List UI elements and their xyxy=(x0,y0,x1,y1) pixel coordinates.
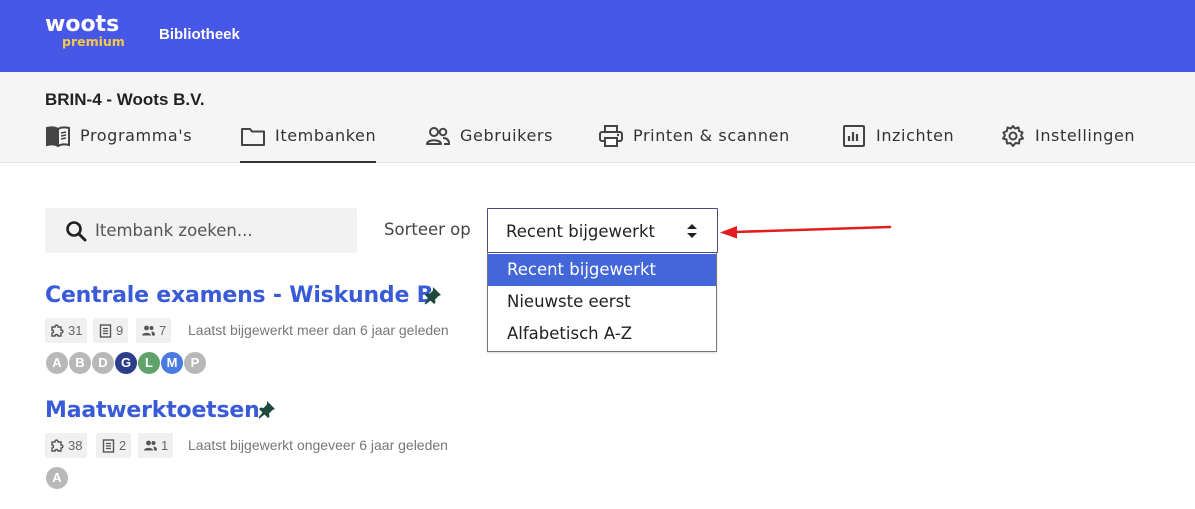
sort-option-newest[interactable]: Nieuwste eerst xyxy=(488,286,716,318)
org-title: BRIN-4 - Woots B.V. xyxy=(45,90,205,109)
sort-arrows-icon xyxy=(687,224,697,238)
users-icon xyxy=(426,127,451,145)
avatar: M xyxy=(160,351,184,375)
users-icon xyxy=(142,325,155,336)
annotation-arrow xyxy=(720,225,892,239)
pin-icon[interactable] xyxy=(423,285,443,305)
chart-icon xyxy=(843,125,865,147)
bank-title[interactable]: Maatwerktoetsen xyxy=(45,398,260,424)
last-updated: Laatst bijgewerkt meer dan 6 jaar gelede… xyxy=(188,322,449,338)
users-icon xyxy=(144,440,157,451)
tab-gebruikers[interactable]: Gebruikers xyxy=(425,126,553,163)
bank-title[interactable]: Centrale examens - Wiskunde B xyxy=(45,283,433,309)
search-icon xyxy=(66,221,87,242)
items-value: 38 xyxy=(68,438,83,453)
library-link[interactable]: Bibliotheek xyxy=(159,26,240,44)
tab-label: Gebruikers xyxy=(460,126,554,145)
search-input[interactable] xyxy=(95,208,350,253)
avatar: L xyxy=(137,351,161,375)
tab-label: Programma's xyxy=(80,126,193,145)
book-icon xyxy=(46,126,70,148)
sort-label: Sorteer op xyxy=(384,220,471,239)
tab-programmas[interactable]: Programma's xyxy=(45,126,192,163)
tab-itembanken[interactable]: Itembanken xyxy=(240,126,377,163)
sort-option-recent[interactable]: Recent bijgewerkt xyxy=(488,254,716,286)
assignments-count: 9 xyxy=(93,318,129,343)
items-value: 31 xyxy=(68,323,83,338)
avatar: P xyxy=(183,351,207,375)
assignments-value: 9 xyxy=(116,323,124,338)
search-box xyxy=(45,208,357,253)
users-count: 7 xyxy=(136,318,172,343)
tab-printen-scannen[interactable]: Printen & scannen xyxy=(598,125,790,163)
tab-label: Printen & scannen xyxy=(633,126,790,145)
sort-dropdown: Recent bijgewerkt Nieuwste eerst Alfabet… xyxy=(487,253,717,352)
tab-label: Itembanken xyxy=(275,126,377,145)
sort-select[interactable]: Recent bijgewerkt xyxy=(487,208,718,253)
puzzle-icon xyxy=(51,439,64,452)
woots-logo[interactable]: woots premium xyxy=(45,12,135,52)
tab-inzichten[interactable]: Inzichten xyxy=(841,125,955,163)
avatar: A xyxy=(45,351,69,375)
pin-icon[interactable] xyxy=(257,399,277,419)
sort-selected-value: Recent bijgewerkt xyxy=(506,222,655,241)
gear-icon xyxy=(1002,125,1024,147)
users-value: 7 xyxy=(159,323,167,338)
tab-instellingen[interactable]: Instellingen xyxy=(1000,125,1136,163)
folder-icon xyxy=(241,128,265,146)
users-count: 1 xyxy=(138,433,174,458)
items-count: 38 xyxy=(45,433,88,458)
users-value: 1 xyxy=(161,438,169,453)
puzzle-icon xyxy=(51,324,64,337)
avatar: B xyxy=(68,351,92,375)
printer-icon xyxy=(599,125,623,147)
sort-option-alphabetical[interactable]: Alfabetisch A-Z xyxy=(488,318,716,350)
clipboard-icon xyxy=(102,439,115,453)
clipboard-icon xyxy=(99,324,112,338)
org-header: BRIN-4 - Woots B.V. Programma's Itembank… xyxy=(0,72,1195,163)
tab-label: Inzichten xyxy=(876,126,955,145)
logo-tier: premium xyxy=(62,34,125,49)
assignments-count: 2 xyxy=(96,433,132,458)
items-count: 31 xyxy=(45,318,88,343)
avatar: A xyxy=(45,466,69,490)
top-bar: woots premium Bibliotheek xyxy=(0,0,1195,72)
avatar: D xyxy=(91,351,115,375)
assignments-value: 2 xyxy=(119,438,127,453)
last-updated: Laatst bijgewerkt ongeveer 6 jaar gelede… xyxy=(188,437,448,453)
avatar: G xyxy=(114,351,138,375)
tab-label: Instellingen xyxy=(1035,126,1136,145)
